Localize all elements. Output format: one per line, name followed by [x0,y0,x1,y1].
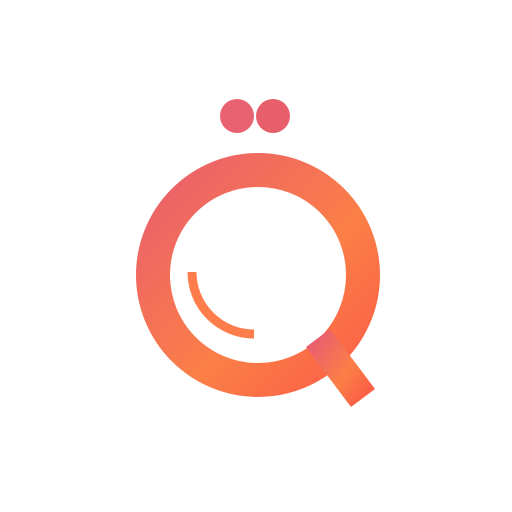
lens-highlight-arc [187,271,255,339]
logo-canvas [0,0,512,512]
logo-dot-left [220,99,254,133]
logo-dot-right [256,99,290,133]
magnifier-q-logo-icon [136,99,380,407]
